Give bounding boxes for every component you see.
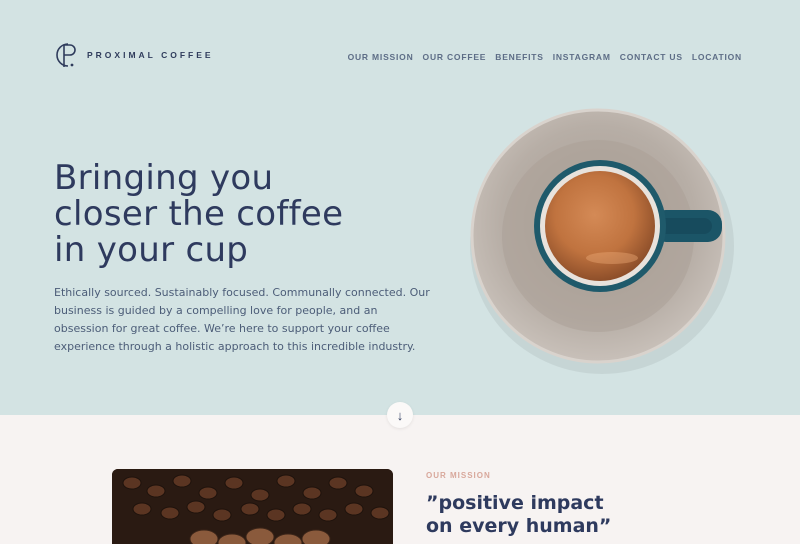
nav-instagram[interactable]: INSTAGRAM — [553, 52, 611, 62]
hero-section: PROXIMAL COFFEE OUR MISSION OUR COFFEE B… — [0, 0, 800, 415]
section-label-our-mission: OUR MISSION — [426, 471, 491, 480]
hero-headline-line: closer the coffee — [54, 194, 344, 234]
coffee-cup-image — [470, 108, 734, 374]
brand-logo[interactable]: PROXIMAL COFFEE — [53, 41, 214, 69]
hero-description: Ethically sourced. Sustainably focused. … — [54, 286, 430, 353]
hero-headline-line: in your cup — [54, 230, 249, 270]
hero-headline: Bringing you closer the coffee in your c… — [54, 160, 434, 268]
nav-location[interactable]: LOCATION — [692, 52, 742, 62]
mission-quote-line: ”positive impact — [426, 492, 604, 514]
nav-benefits[interactable]: BENEFITS — [495, 52, 543, 62]
hero-headline-line: Bringing you — [54, 158, 274, 198]
arrow-down-icon: ↓ — [396, 407, 404, 423]
nav-our-coffee[interactable]: OUR COFFEE — [423, 52, 487, 62]
nav-contact-us[interactable]: CONTACT US — [620, 52, 683, 62]
nav-our-mission[interactable]: OUR MISSION — [348, 52, 414, 62]
brand-name: PROXIMAL COFFEE — [87, 50, 214, 60]
main-nav: OUR MISSION OUR COFFEE BENEFITS INSTAGRA… — [348, 52, 742, 62]
mission-quote-line: on every human” — [426, 515, 612, 537]
scroll-down-button[interactable]: ↓ — [387, 402, 413, 428]
cp-monogram-icon — [56, 43, 76, 67]
coffee-beans-image — [112, 469, 393, 544]
mission-quote: ”positive impact on every human” — [426, 492, 746, 538]
coffee-beans-photo — [112, 469, 393, 544]
